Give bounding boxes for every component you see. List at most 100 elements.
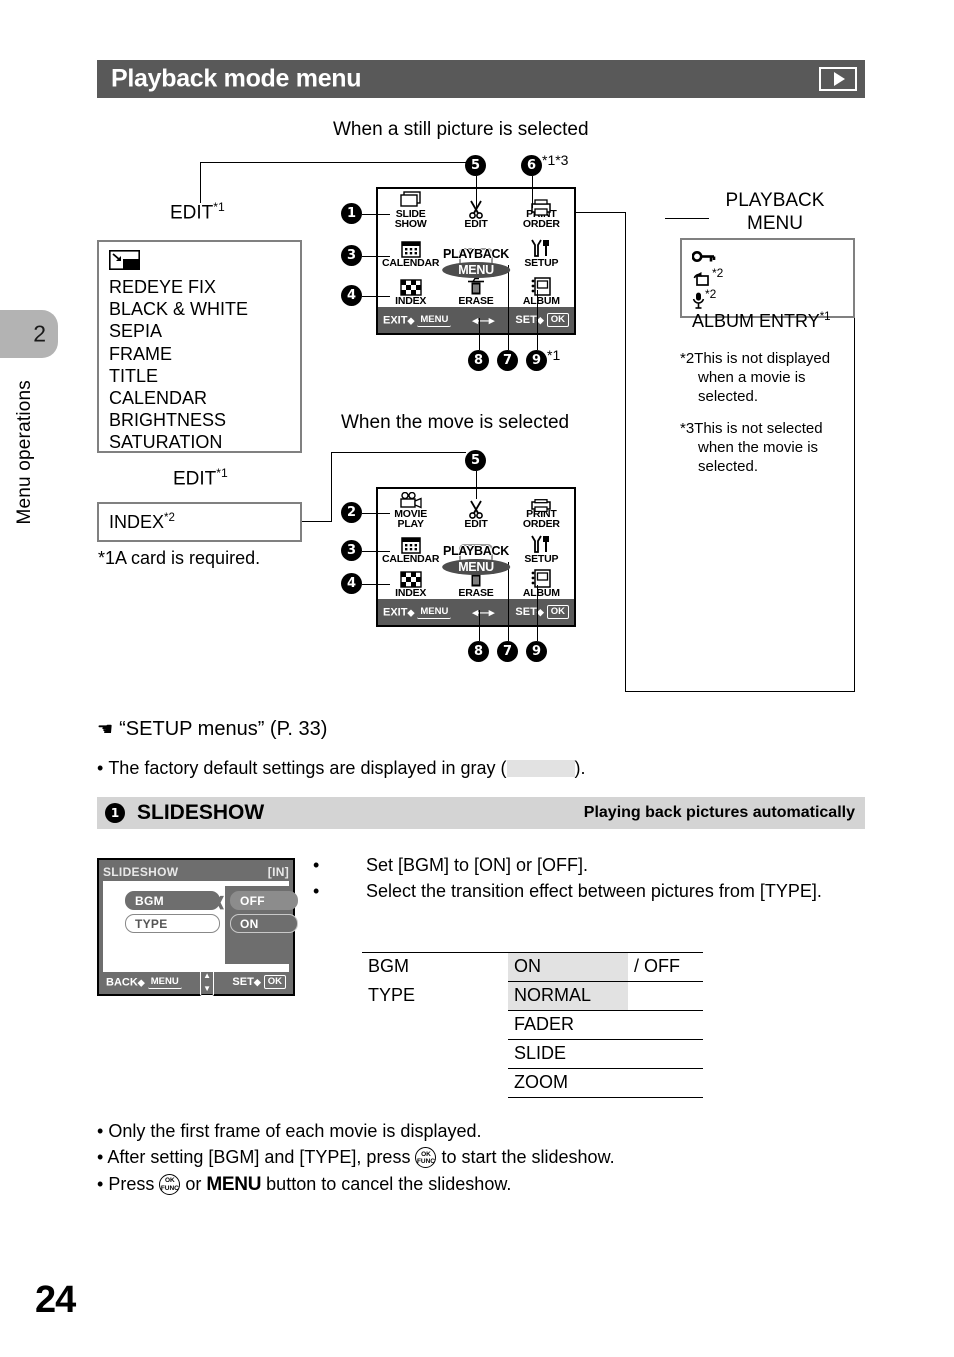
section-number: 1 <box>105 803 125 823</box>
callout-9-movie-line <box>537 585 538 641</box>
lcd-cell-album-movie[interactable]: ALBUM <box>509 565 574 599</box>
edit-option-bw: BLACK & WHITE <box>109 299 249 320</box>
callout-8-movie: 8 <box>468 641 489 662</box>
callout-4-movie: 4 <box>341 573 362 594</box>
page-header: Playback mode menu <box>97 60 865 98</box>
edit-options-box: REDEYE FIX BLACK & WHITE SEPIA FRAME TIT… <box>97 240 302 453</box>
setting-value-fader: FADER <box>508 1010 628 1040</box>
table-row: BGM ON / OFF <box>362 952 703 982</box>
lcd-cell-erase-movie[interactable]: ERASE <box>443 565 508 599</box>
lcd-cell-setup[interactable]: SETUP <box>509 231 574 269</box>
wrench-icon <box>530 238 552 258</box>
setting-value-normal-extra <box>628 981 703 1011</box>
edit-option-sepia: SEPIA <box>109 321 163 342</box>
connector-top-vertical <box>200 162 201 187</box>
rotate-icon: *2 <box>692 267 843 287</box>
callout-3: 3 <box>341 245 362 266</box>
lcd-set-hint-movie: SET◆ OK <box>515 605 569 619</box>
slideshow-lcd-body: BGM TYPE ❰ OFF ON <box>103 881 298 972</box>
callout-3-movie-line <box>362 551 390 552</box>
callout-1-line <box>362 214 390 215</box>
edit-option-calendar: CALENDAR <box>109 387 208 408</box>
callout-6: 6 <box>521 155 542 176</box>
lcd-exit-hint-movie: EXIT◆ MENU <box>383 606 452 619</box>
slideshow-options-panel: OFF ON <box>225 886 298 964</box>
lcd-cell-calendar-movie[interactable]: CALENDAR <box>378 531 443 565</box>
connector-right-vertical-inner <box>854 318 855 691</box>
chapter-tab-number: 2 <box>33 320 46 347</box>
lcd-cell-setup-movie[interactable]: SETUP <box>509 531 574 565</box>
lcd-cell-playback-menu-movie[interactable] <box>443 531 508 565</box>
edit-option-saturation: SATURATION <box>109 432 223 452</box>
lcd-cell-index[interactable]: INDEX <box>378 269 443 307</box>
callout-6-sup: *1*3 <box>542 152 569 168</box>
setting-value-bgm-on: ON <box>508 952 628 982</box>
gray-sample-box <box>506 760 575 777</box>
lcd-set-hint: SET◆ OK <box>515 313 569 327</box>
lcd-status-bar: EXIT◆ MENU ◂—▸ SET◆ OK <box>378 307 574 333</box>
menu-button-label: MENU <box>206 1173 262 1195</box>
index-connector-horizontal <box>302 521 332 522</box>
setup-menus-reference[interactable]: ☚ “SETUP menus” (P. 33) <box>97 718 327 741</box>
print-order-icon-2 <box>531 499 551 512</box>
callout-3-line <box>362 256 390 257</box>
ok-func-button-icon: OK FUNC <box>415 1147 437 1169</box>
callout-4: 4 <box>341 285 362 306</box>
page-number: 24 <box>35 1279 76 1321</box>
callout-8: 8 <box>468 350 489 371</box>
slideshow-item-bgm[interactable]: BGM <box>125 891 220 910</box>
bottom-note-3: • Press OK FUNC or MENU button to cancel … <box>97 1173 512 1195</box>
album-entry-option: ALBUM ENTRY*1 <box>692 311 831 331</box>
chapter-tab: 2 <box>0 310 58 358</box>
slideshow-icon <box>399 189 422 209</box>
protect-key-icon <box>691 248 843 266</box>
callout-9: 9 <box>526 350 547 371</box>
hand-pointer-icon: ☚ <box>97 719 114 739</box>
lcd-cell-index-movie[interactable]: INDEX <box>378 565 443 599</box>
callout-5-movie: 5 <box>465 450 486 471</box>
microphone-icon: *2 <box>692 288 843 309</box>
edit-option-redeye: REDEYE FIX <box>109 277 217 298</box>
lcd-cell-playback-menu[interactable] <box>443 231 508 269</box>
scissors-icon <box>466 499 486 520</box>
lcd-cell-calendar[interactable]: CALENDAR <box>378 231 443 269</box>
setting-label-bgm: BGM <box>362 952 508 982</box>
slideshow-lcd-title: SLIDESHOW <box>103 864 179 879</box>
lcd-cell-slideshow[interactable]: SLIDE SHOW <box>378 189 443 231</box>
section-heading-band: 1 SLIDESHOW Playing back pictures automa… <box>97 797 865 829</box>
edit-option-brightness: BRIGHTNESS <box>109 409 227 430</box>
lcd-exit-hint: EXIT◆ MENU <box>383 314 452 327</box>
lcd-cell-erase[interactable]: ERASE <box>443 269 508 307</box>
callout-2: 2 <box>341 502 362 523</box>
movie-caption: When the move is selected <box>341 412 570 433</box>
playback-menu-heading-line <box>665 218 709 219</box>
slideshow-updown-icon: ▲ ▼ <box>200 968 215 996</box>
callout-7-line <box>508 265 509 350</box>
still-picture-caption: When a still picture is selected <box>333 119 589 140</box>
slideshow-item-type[interactable]: TYPE <box>125 914 220 933</box>
index-connector-vertical <box>331 452 332 522</box>
callout-8-line <box>479 318 480 350</box>
slideshow-back-hint: BACK◆ MENU <box>106 976 182 989</box>
setting-value-zoom: ZOOM <box>508 1068 628 1098</box>
setting-value-bgm-off: / OFF <box>628 952 703 982</box>
callout-1: 1 <box>341 203 362 224</box>
ok-func-button-icon: OK FUNC <box>159 1173 181 1195</box>
slideshow-lcd-bottombar: BACK◆ MENU ▲ ▼ SET◆ OK <box>103 968 289 996</box>
instruction-1: • Set [BGM] to [ON] or [OFF]. <box>313 855 589 875</box>
playback-menu-icon <box>458 247 493 268</box>
index-option: INDEX*2 <box>109 511 175 532</box>
playback-icon <box>819 67 857 91</box>
print-order-icon-1 <box>531 199 551 216</box>
index-options-box: INDEX*2 <box>97 502 302 542</box>
playback-menu-options-box: *2 *2 ALBUM ENTRY*1 <box>680 238 855 331</box>
lcd-cell-movie-play[interactable]: MOVIE PLAY <box>378 489 443 531</box>
slideshow-option-on[interactable]: ON <box>230 914 298 933</box>
settings-table: BGM ON / OFF TYPE NORMAL FADER SLIDE ZOO… <box>362 952 703 1098</box>
callout-2-line <box>362 513 390 514</box>
lcd-cell-album[interactable]: ALBUM <box>509 269 574 307</box>
setting-value-fader-extra <box>628 1010 703 1040</box>
connector-right-vertical-outer <box>625 212 626 692</box>
section-subtitle: Playing back pictures automatically <box>583 804 855 821</box>
slideshow-option-off[interactable]: OFF <box>230 891 298 910</box>
